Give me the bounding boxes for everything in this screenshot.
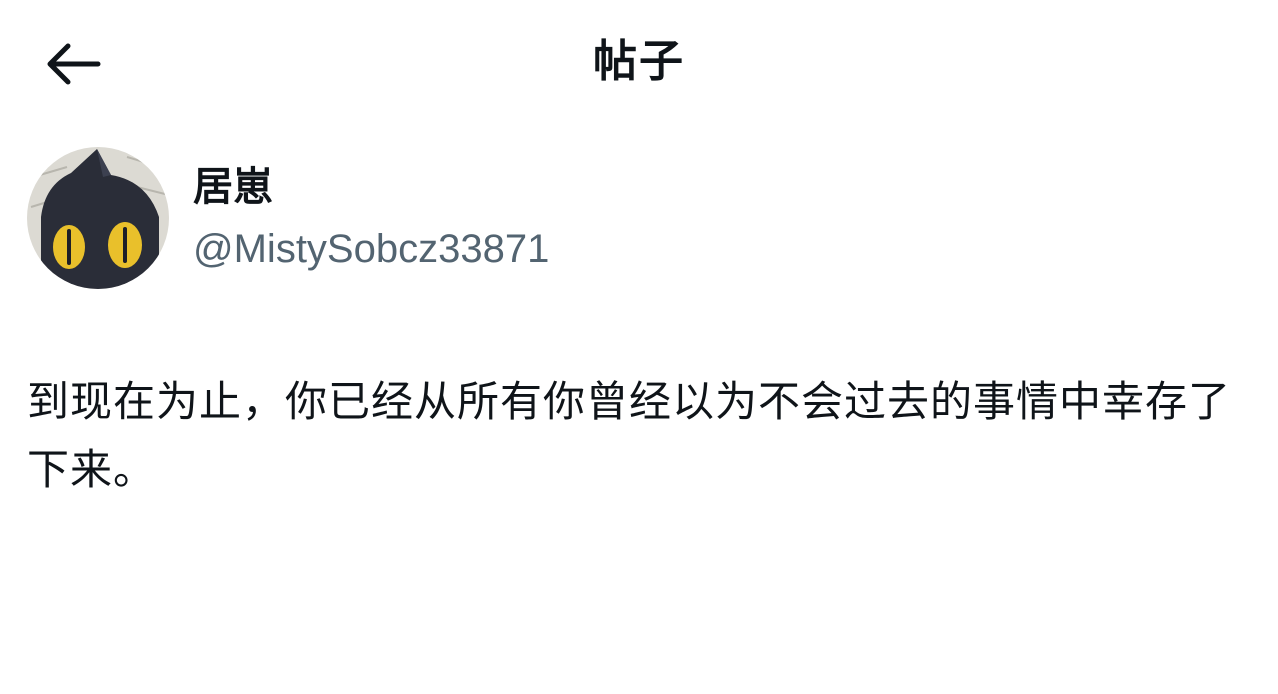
avatar[interactable] bbox=[27, 147, 169, 289]
post-author: 居崽 @MistySobcz33871 bbox=[27, 147, 827, 292]
top-bar: 帖子 bbox=[0, 0, 1278, 124]
black-cat-avatar bbox=[27, 147, 169, 289]
post-text: 到现在为止，你已经从所有你曾经以为不会过去的事情中幸存了下来。 bbox=[27, 377, 1232, 494]
display-name[interactable]: 居崽 bbox=[193, 161, 273, 213]
page-title: 帖子 bbox=[593, 36, 685, 87]
user-handle[interactable]: @MistySobcz33871 bbox=[193, 223, 549, 275]
